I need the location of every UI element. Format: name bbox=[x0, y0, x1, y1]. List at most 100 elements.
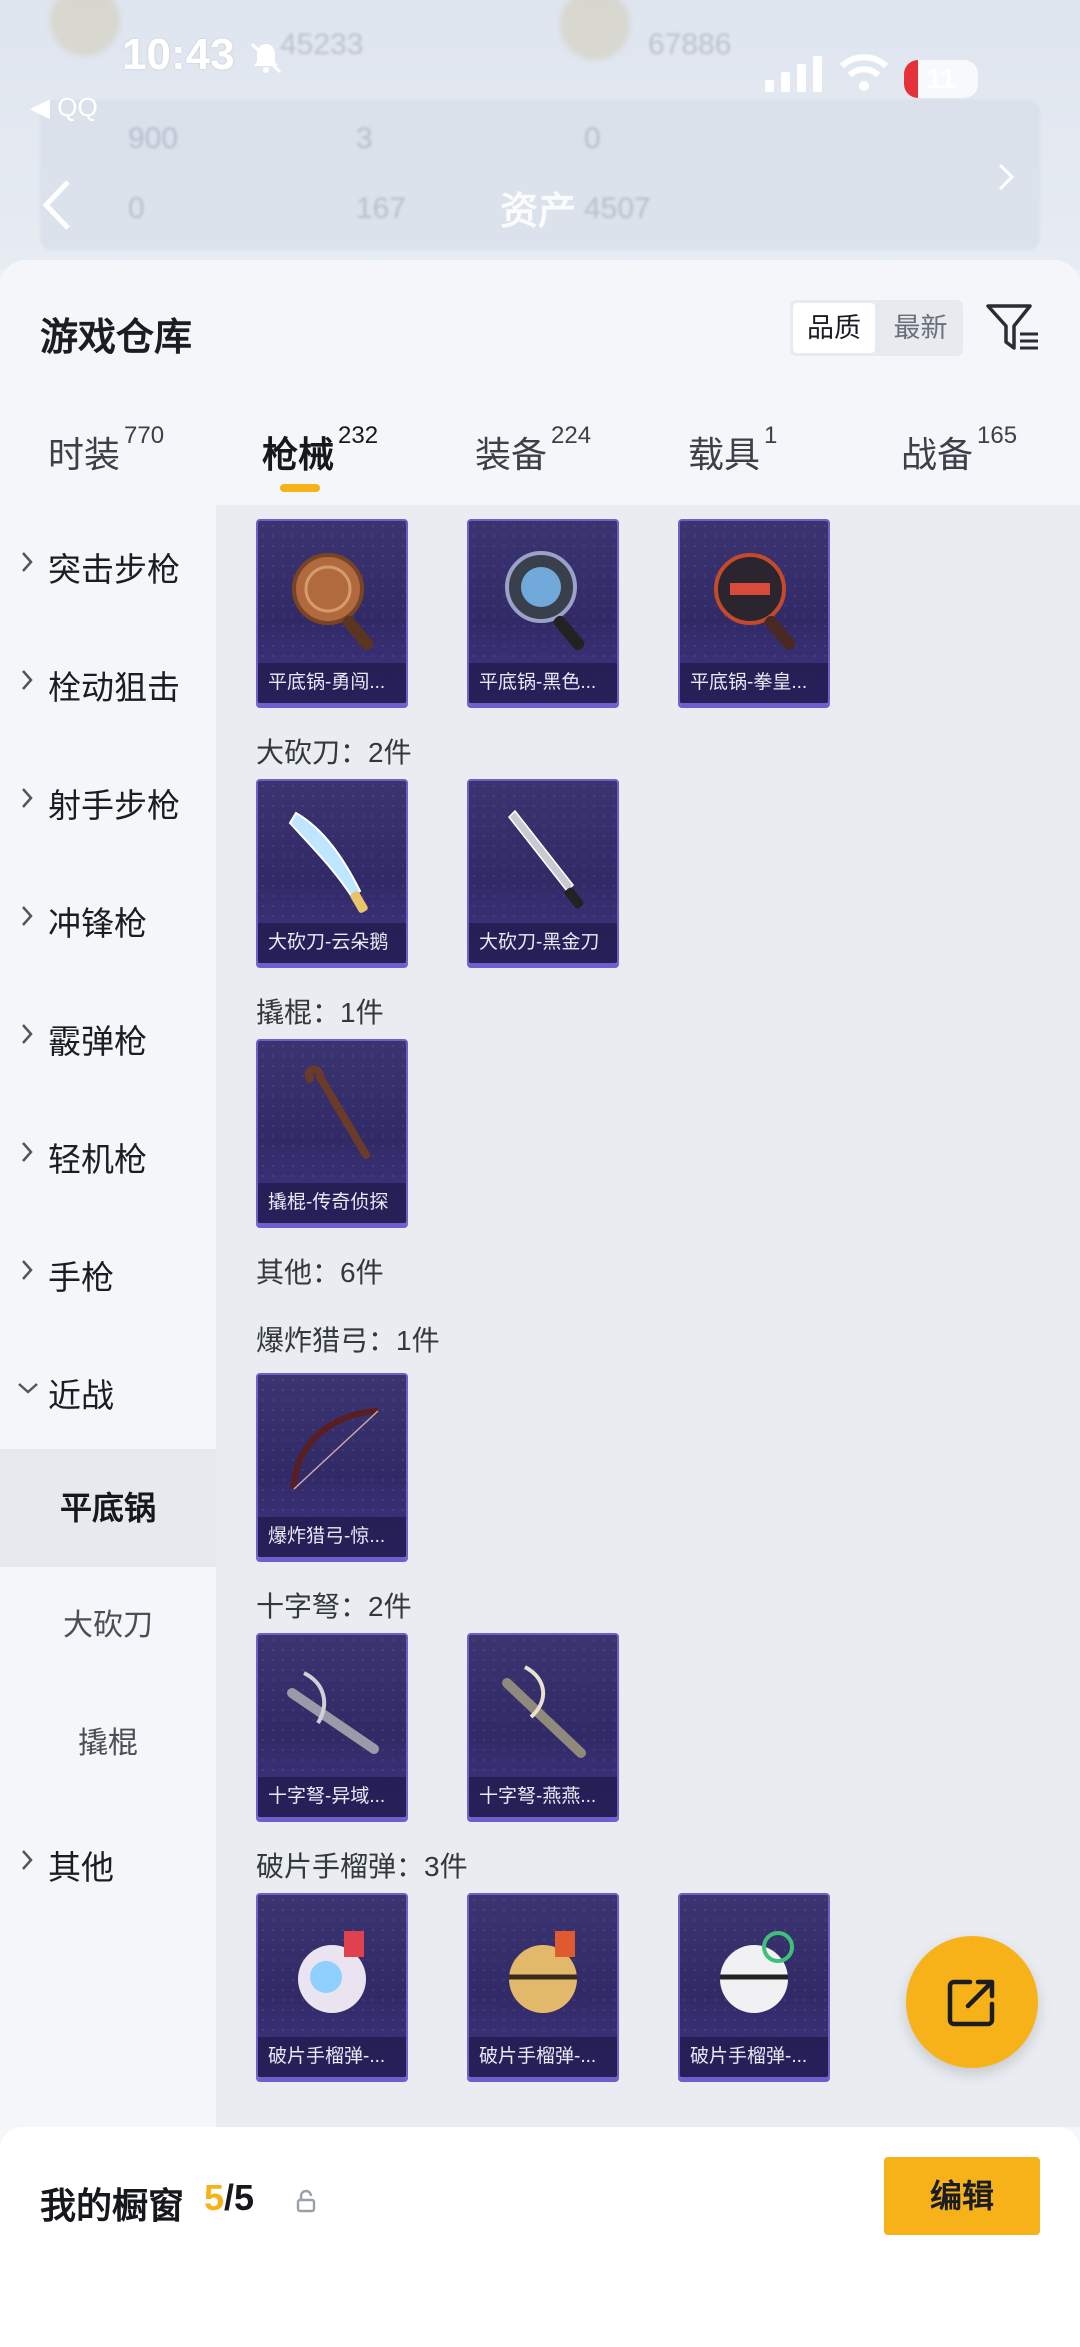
tab-count: 232 bbox=[338, 422, 379, 449]
sidebar-item-label: 其他 bbox=[48, 1849, 114, 1886]
item-caption: 破片手榴弹-... bbox=[680, 2037, 828, 2077]
sidebar-item-other[interactable]: 其他 bbox=[0, 1803, 216, 1921]
ghost-value: 3 bbox=[356, 122, 373, 155]
sidebar-subitem-label: 大砍刀 bbox=[63, 1609, 153, 1642]
chevron-right-icon bbox=[22, 906, 33, 926]
item-card[interactable]: 平底锅-拳皇... bbox=[678, 519, 830, 705]
tab-count: 770 bbox=[124, 422, 165, 449]
sheet-title: 游戏仓库 bbox=[40, 317, 193, 359]
item-caption: 破片手榴弹-... bbox=[258, 2037, 406, 2077]
tab-label: 枪械 bbox=[262, 434, 335, 475]
item-caption: 大砍刀-云朵鹅 bbox=[258, 923, 406, 963]
section-title: 十字弩：2件 bbox=[256, 1591, 412, 1622]
sidebar-item-assault-rifle[interactable]: 突击步枪 bbox=[0, 505, 216, 623]
chevron-right-icon bbox=[22, 552, 33, 572]
item-caption: 平底锅-拳皇... bbox=[680, 663, 828, 703]
section-title: 大砍刀：2件 bbox=[256, 737, 412, 768]
ghost-value: 0 bbox=[584, 122, 601, 155]
sidebar-item-label: 冲锋枪 bbox=[48, 905, 147, 942]
item-card[interactable]: 破片手榴弹-... bbox=[256, 1893, 408, 2079]
battery-icon: 11 bbox=[904, 60, 978, 98]
sidebar: 突击步枪 栓动狙击 射手步枪 冲锋枪 霰弹枪 轻机枪 手枪 近战 平底锅 大砍刀… bbox=[0, 505, 216, 2127]
sidebar-subitem-machete[interactable]: 大砍刀 bbox=[0, 1567, 216, 1685]
sidebar-item-shotgun[interactable]: 霰弹枪 bbox=[0, 977, 216, 1095]
background-header: 45233 67886 900 3 0 0 167 4507 10:43 11 … bbox=[0, 0, 1080, 270]
pan-icon bbox=[505, 551, 585, 651]
active-tab-indicator bbox=[280, 484, 320, 492]
chevron-down-icon bbox=[18, 1383, 38, 1394]
share-icon bbox=[947, 1979, 995, 2027]
back-to-qq-link[interactable]: ◀ QQ bbox=[30, 92, 98, 123]
tab-count: 165 bbox=[977, 422, 1018, 449]
filter-icon[interactable] bbox=[984, 300, 1040, 356]
sort-newest-button[interactable]: 最新 bbox=[878, 300, 963, 356]
chevron-right-icon bbox=[998, 163, 1015, 191]
sort-toggle: 品质 最新 bbox=[790, 300, 963, 356]
item-caption: 十字弩-燕燕... bbox=[469, 1777, 617, 1817]
chevron-right-icon bbox=[22, 1024, 33, 1044]
crossbow-icon bbox=[287, 1671, 379, 1754]
sidebar-item-label: 近战 bbox=[48, 1377, 114, 1414]
sidebar-subitem-crowbar[interactable]: 撬棍 bbox=[0, 1685, 216, 1803]
item-card[interactable]: 平底锅-勇闯... bbox=[256, 519, 408, 705]
header-title: 资产 bbox=[500, 191, 577, 233]
grenade-icon bbox=[509, 1931, 577, 2013]
sidebar-subitem-label: 平底锅 bbox=[59, 1490, 156, 1526]
bell-mute-icon bbox=[250, 42, 282, 74]
back-chevron-icon[interactable] bbox=[40, 178, 74, 232]
item-card[interactable]: 破片手榴弹-... bbox=[467, 1893, 619, 2079]
sidebar-item-smg[interactable]: 冲锋枪 bbox=[0, 859, 216, 977]
item-grid: 平底锅-勇闯... 平底锅-黑色... 平底锅-拳皇... 大砍刀：2件 大砍刀… bbox=[216, 505, 1080, 2127]
share-fab[interactable] bbox=[906, 1936, 1038, 2068]
item-caption: 十字弩-异域... bbox=[258, 1777, 406, 1817]
section-title: 其他：6件 bbox=[256, 1257, 384, 1288]
status-bar: 10:43 11 bbox=[0, 0, 1080, 100]
item-card[interactable]: 破片手榴弹-... bbox=[678, 1893, 830, 2079]
sidebar-item-bolt-sniper[interactable]: 栓动狙击 bbox=[0, 623, 216, 741]
sidebar-item-label: 突击步枪 bbox=[48, 551, 180, 588]
chevron-right-icon bbox=[22, 788, 33, 808]
grenade-icon bbox=[298, 1931, 366, 2013]
item-caption: 平底锅-黑色... bbox=[469, 663, 617, 703]
ghost-value: 0 bbox=[128, 192, 145, 225]
tab-count: 1 bbox=[764, 422, 778, 449]
showcase-label: 我的橱窗 bbox=[40, 2185, 185, 2226]
lock-icon bbox=[296, 2189, 316, 2213]
sidebar-item-pistol[interactable]: 手枪 bbox=[0, 1213, 216, 1331]
grenade-icon bbox=[720, 1931, 794, 2013]
crossbow-icon bbox=[502, 1665, 586, 1758]
showcase-current: 5 bbox=[204, 2177, 225, 2218]
item-card[interactable]: 十字弩-异域... bbox=[256, 1633, 408, 1819]
item-card[interactable]: 撬棍-传奇侦探 bbox=[256, 1039, 408, 1225]
sidebar-item-lmg[interactable]: 轻机枪 bbox=[0, 1095, 216, 1213]
battery-level: 11 bbox=[926, 63, 956, 94]
chevron-right-icon bbox=[22, 1260, 33, 1280]
item-caption: 破片手榴弹-... bbox=[469, 2037, 617, 2077]
item-card[interactable]: 平底锅-黑色... bbox=[467, 519, 619, 705]
edit-button[interactable]: 编辑 bbox=[884, 2157, 1040, 2235]
ghost-value: 167 bbox=[356, 192, 407, 225]
sidebar-item-melee[interactable]: 近战 bbox=[0, 1331, 216, 1449]
sidebar-item-label: 射手步枪 bbox=[48, 787, 180, 824]
showcase-total: /5 bbox=[224, 2177, 255, 2218]
section-title: 破片手榴弹：3件 bbox=[256, 1851, 468, 1882]
item-caption: 撬棍-传奇侦探 bbox=[258, 1183, 406, 1223]
item-card[interactable]: 爆炸猎弓-惊... bbox=[256, 1373, 408, 1559]
section-title: 爆炸猎弓：1件 bbox=[256, 1325, 440, 1356]
ghost-value: 4507 bbox=[584, 192, 651, 225]
item-card[interactable]: 十字弩-燕燕... bbox=[467, 1633, 619, 1819]
chevron-right-icon bbox=[22, 670, 33, 690]
showcase-count: 5/5 bbox=[204, 2177, 254, 2219]
crowbar-icon bbox=[304, 1065, 370, 1159]
sidebar-subitem-pan[interactable]: 平底锅 bbox=[0, 1449, 216, 1567]
wifi-icon bbox=[840, 54, 888, 91]
sort-quality-button[interactable]: 品质 bbox=[793, 303, 875, 353]
item-card[interactable]: 大砍刀-黑金刀 bbox=[467, 779, 619, 965]
tab-count: 224 bbox=[551, 422, 592, 449]
sidebar-item-label: 栓动狙击 bbox=[48, 669, 180, 706]
status-time: 10:43 bbox=[122, 30, 235, 79]
item-card[interactable]: 大砍刀-云朵鹅 bbox=[256, 779, 408, 965]
tab-label: 时装 bbox=[48, 434, 121, 475]
sidebar-item-marksman-rifle[interactable]: 射手步枪 bbox=[0, 741, 216, 859]
showcase-bar: 我的橱窗 5/5 编辑 bbox=[0, 2127, 1080, 2347]
